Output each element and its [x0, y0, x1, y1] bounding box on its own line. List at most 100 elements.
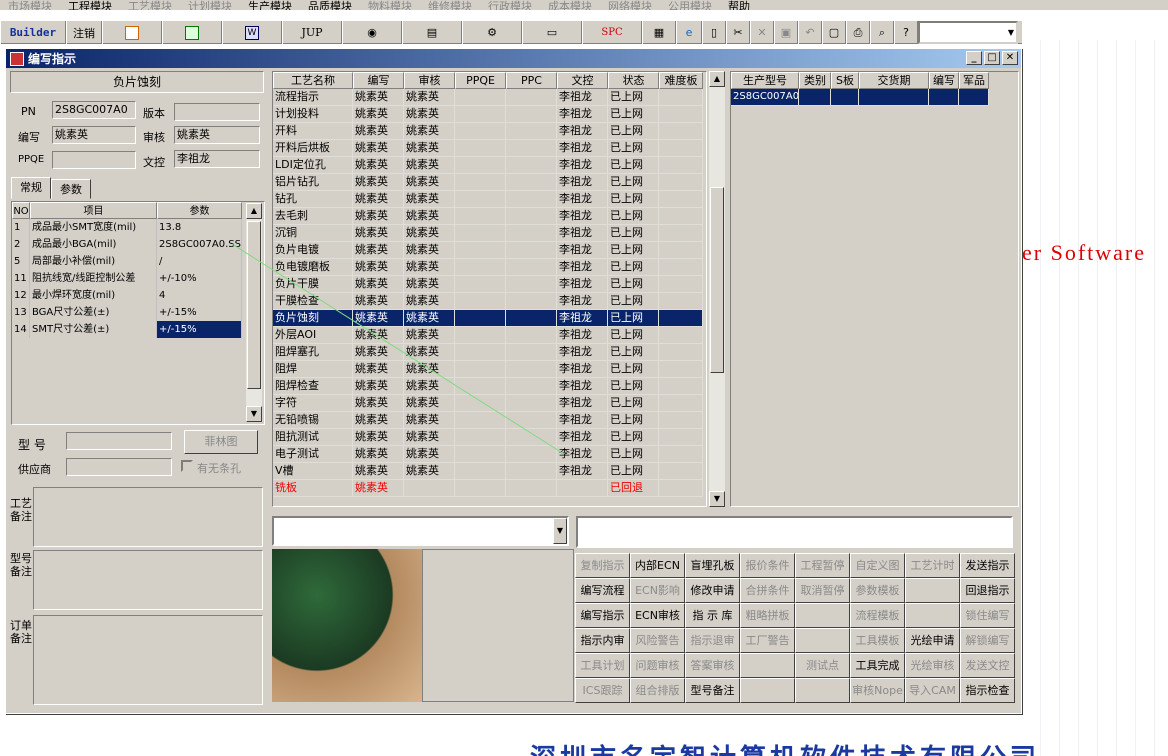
- action-button[interactable]: 发送指示: [960, 553, 1015, 578]
- grid-scroll-up-icon[interactable]: ▲: [709, 71, 725, 87]
- process-row[interactable]: 沉铜 姚素英 姚素英 李祖龙 已上网: [273, 225, 706, 242]
- grid-col-header[interactable]: 状态: [608, 72, 659, 89]
- scroll-thumb[interactable]: [247, 221, 261, 389]
- process-row[interactable]: 电子测试 姚素英 姚素英 李祖龙 已上网: [273, 446, 706, 463]
- action-button[interactable]: 流程模板: [850, 603, 905, 628]
- process-row[interactable]: 无铅喷锡 姚素英 姚素英 李祖龙 已上网: [273, 412, 706, 429]
- fei-lin-button[interactable]: 菲林图: [184, 430, 258, 454]
- version-field[interactable]: [174, 103, 260, 121]
- word-icon[interactable]: W: [222, 21, 282, 44]
- process-row[interactable]: 外层AOI 姚素英 姚素英 李祖龙 已上网: [273, 327, 706, 344]
- action-button[interactable]: 问题审核: [630, 653, 685, 678]
- action-button[interactable]: 工具模板: [850, 628, 905, 653]
- grid-col-header[interactable]: 难度板: [659, 72, 703, 89]
- process-row[interactable]: 干膜检查 姚素英 姚素英 李祖龙 已上网: [273, 293, 706, 310]
- grid-col-header[interactable]: 文控: [557, 72, 608, 89]
- note-input[interactable]: [576, 516, 1013, 548]
- menu-item-5[interactable]: 品质模块: [300, 1, 360, 10]
- prod-col-header[interactable]: 编写: [929, 72, 959, 89]
- action-button[interactable]: ICS跟踪: [575, 678, 630, 703]
- process-combo[interactable]: ▼: [272, 516, 569, 546]
- action-button[interactable]: 解锁编写: [960, 628, 1015, 653]
- wenkong-field[interactable]: 李祖龙: [174, 150, 260, 168]
- prod-col-header[interactable]: 军品: [959, 72, 989, 89]
- param-col-no[interactable]: NO: [12, 202, 30, 219]
- process-row[interactable]: V槽 姚素英 姚素英 李祖龙 已上网: [273, 463, 706, 480]
- process-row[interactable]: 计划投料 姚素英 姚素英 李祖龙 已上网: [273, 106, 706, 123]
- process-row[interactable]: 流程指示 姚素英 姚素英 李祖龙 已上网: [273, 89, 706, 106]
- close-button[interactable]: ✕: [1002, 51, 1018, 65]
- menu-item-6[interactable]: 物料模块: [360, 1, 420, 10]
- tab-general[interactable]: 常规: [11, 177, 51, 199]
- process-row[interactable]: 字符 姚素英 姚素英 李祖龙 已上网: [273, 395, 706, 412]
- action-button[interactable]: 粗略拼板: [740, 603, 795, 628]
- computer-icon[interactable]: ▭: [522, 21, 582, 44]
- process-row[interactable]: 开料后烘板 姚素英 姚素英 李祖龙 已上网: [273, 140, 706, 157]
- action-button[interactable]: 答案审核: [685, 653, 740, 678]
- find-icon[interactable]: ⌕: [870, 21, 894, 44]
- action-button[interactable]: 工具计划: [575, 653, 630, 678]
- param-row[interactable]: 2 成品最小BGA(mil) 2S8GC007A0.SS: [12, 236, 264, 253]
- action-button[interactable]: 合拼条件: [740, 578, 795, 603]
- menu-item-11[interactable]: 公用模块: [660, 1, 720, 10]
- action-button[interactable]: 光绘申请: [905, 628, 960, 653]
- toolbar-dropdown[interactable]: ▼: [918, 21, 1018, 44]
- menu-item-4[interactable]: 生产模块: [240, 1, 300, 10]
- process-grid-scrollbar[interactable]: ▲ ▼: [709, 71, 725, 507]
- print-icon[interactable]: ⎙: [846, 21, 870, 44]
- prod-col-header[interactable]: 类别: [799, 72, 831, 89]
- help-icon[interactable]: ?: [894, 21, 918, 44]
- new-file-icon[interactable]: ▯: [702, 21, 726, 44]
- action-button[interactable]: 指示退审: [685, 628, 740, 653]
- action-button[interactable]: 测试点: [795, 653, 850, 678]
- supplier-field[interactable]: [66, 458, 172, 476]
- action-button[interactable]: 锁住编写: [960, 603, 1015, 628]
- grid-col-header[interactable]: 审核: [404, 72, 455, 89]
- minimize-button[interactable]: _: [966, 51, 982, 65]
- menu-item-8[interactable]: 行政模块: [480, 1, 540, 10]
- process-row[interactable]: 负电镀磨板 姚素英 姚素英 李祖龙 已上网: [273, 259, 706, 276]
- eye-icon[interactable]: ◉: [342, 21, 402, 44]
- scroll-up-icon[interactable]: ▲: [246, 203, 262, 219]
- process-row[interactable]: 阻焊 姚素英 姚素英 李祖龙 已上网: [273, 361, 706, 378]
- action-button[interactable]: 盲埋孔板: [685, 553, 740, 578]
- menu-item-12[interactable]: 帮助: [720, 1, 758, 10]
- action-button[interactable]: 发送文控: [960, 653, 1015, 678]
- combo-dropdown-icon[interactable]: ▼: [553, 518, 567, 544]
- action-button[interactable]: ECN审核: [630, 603, 685, 628]
- grid-col-header[interactable]: PPC: [506, 72, 557, 89]
- action-button[interactable]: 报价条件: [740, 553, 795, 578]
- menu-item-2[interactable]: 工艺模块: [120, 1, 180, 10]
- grid-col-header[interactable]: 编写: [353, 72, 404, 89]
- process-row[interactable]: LDI定位孔 姚素英 姚素英 李祖龙 已上网: [273, 157, 706, 174]
- action-button[interactable]: 风险警告: [630, 628, 685, 653]
- process-row[interactable]: 开料 姚素英 姚素英 李祖龙 已上网: [273, 123, 706, 140]
- pn-field[interactable]: 2S8GC007A0: [52, 101, 136, 119]
- process-row[interactable]: 阻抗测试 姚素英 姚素英 李祖龙 已上网: [273, 429, 706, 446]
- process-row[interactable]: 负片电镀 姚素英 姚素英 李祖龙 已上网: [273, 242, 706, 259]
- database-icon[interactable]: ▤: [402, 21, 462, 44]
- spc-button[interactable]: SPC: [582, 21, 642, 44]
- action-button[interactable]: 自定义图: [850, 553, 905, 578]
- action-button[interactable]: 回退指示: [960, 578, 1015, 603]
- tab-params[interactable]: 参数: [51, 179, 91, 199]
- process-row[interactable]: 阻焊塞孔 姚素英 姚素英 李祖龙 已上网: [273, 344, 706, 361]
- process-row[interactable]: 阻焊检查 姚素英 姚素英 李祖龙 已上网: [273, 378, 706, 395]
- param-row[interactable]: 13 BGA尺寸公差(±) +/-15%: [12, 304, 264, 321]
- action-button[interactable]: 编写流程: [575, 578, 630, 603]
- action-button[interactable]: 参数模板: [850, 578, 905, 603]
- grid-scroll-thumb[interactable]: [710, 187, 724, 373]
- powerpoint-icon[interactable]: [102, 21, 162, 44]
- prod-col-header[interactable]: 生产型号: [731, 72, 799, 89]
- builder-button[interactable]: Builder: [0, 21, 66, 44]
- action-button[interactable]: 导入CAM: [905, 678, 960, 703]
- grid-col-header[interactable]: 工艺名称: [273, 72, 353, 89]
- action-button[interactable]: 工艺计时: [905, 553, 960, 578]
- action-button[interactable]: 型号备注: [685, 678, 740, 703]
- param-col-item[interactable]: 项目: [30, 202, 157, 219]
- menu-item-7[interactable]: 维修模块: [420, 1, 480, 10]
- memo-model[interactable]: [33, 550, 263, 610]
- process-row[interactable]: 钻孔 姚素英 姚素英 李祖龙 已上网: [273, 191, 706, 208]
- action-button[interactable]: 编写指示: [575, 603, 630, 628]
- param-col-value[interactable]: 参数: [157, 202, 242, 219]
